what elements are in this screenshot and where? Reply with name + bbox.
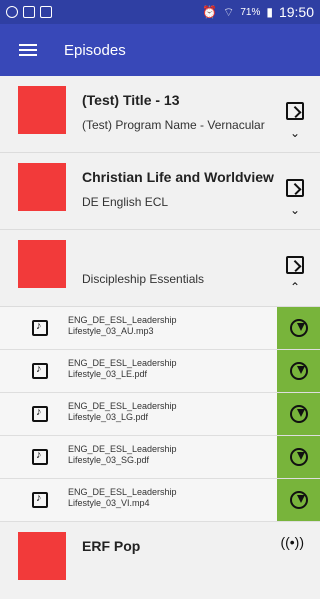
skype-icon xyxy=(6,6,18,18)
chevron-down-icon[interactable]: ⌄ xyxy=(290,126,300,140)
file-name-line-1: ENG_DE_ESL_Leadership xyxy=(68,401,177,411)
download-button[interactable] xyxy=(277,350,320,392)
download-button[interactable] xyxy=(277,479,320,521)
file-name: ENG_DE_ESL_Leadership Lifestyle_03_LG.pd… xyxy=(68,401,258,423)
file-name: ENG_DE_ESL_Leadership Lifestyle_03_AU.mp… xyxy=(68,315,258,337)
page-title: Episodes xyxy=(64,41,126,59)
wifi-icon: ⌔ xyxy=(223,4,235,19)
status-bar: ⏰ ⌔ 71% ▮ 19:50 xyxy=(0,0,320,24)
episode-title: ERF Pop xyxy=(82,538,141,554)
file-row[interactable]: ENG_DE_ESL_Leadership Lifestyle_03_AU.mp… xyxy=(0,307,320,350)
file-name-line-1: ENG_DE_ESL_Leadership xyxy=(68,315,177,325)
menu-button[interactable] xyxy=(0,24,56,76)
file-row[interactable]: ENG_DE_ESL_Leadership Lifestyle_03_VI.mp… xyxy=(0,479,320,522)
file-name-line-2: Lifestyle_03_AU.mp3 xyxy=(68,326,154,336)
episode-card[interactable]: (Test) Title - 13 (Test) Program Name - … xyxy=(0,76,320,153)
alarm-icon: ⏰ xyxy=(202,5,218,19)
file-row[interactable]: ENG_DE_ESL_Leadership Lifestyle_03_SG.pd… xyxy=(0,436,320,479)
hamburger-icon xyxy=(19,44,37,56)
file-row[interactable]: ENG_DE_ESL_Leadership Lifestyle_03_LE.pd… xyxy=(0,350,320,393)
download-button[interactable] xyxy=(277,307,320,349)
episode-card[interactable]: ERF Pop ((•)) xyxy=(0,522,320,599)
open-icon[interactable] xyxy=(286,179,304,197)
episode-card[interactable]: Discipleship Essentials ⌃ xyxy=(0,230,320,307)
chevron-down-icon[interactable]: ⌄ xyxy=(290,203,300,217)
episode-thumbnail xyxy=(18,163,66,211)
episode-subtitle: (Test) Program Name - Vernacular xyxy=(82,118,265,132)
download-icon xyxy=(289,448,308,466)
file-name: ENG_DE_ESL_Leadership Lifestyle_03_LE.pd… xyxy=(68,358,258,380)
music-file-icon xyxy=(32,406,48,422)
file-name-line-1: ENG_DE_ESL_Leadership xyxy=(68,487,177,497)
episode-title: (Test) Title - 13 xyxy=(82,92,180,108)
episode-list: (Test) Title - 13 (Test) Program Name - … xyxy=(0,76,320,599)
download-icon xyxy=(289,319,308,337)
open-icon[interactable] xyxy=(286,256,304,274)
music-file-icon xyxy=(32,363,48,379)
download-icon xyxy=(289,362,308,380)
file-name-line-2: Lifestyle_03_LE.pdf xyxy=(68,369,148,379)
file-name-line-2: Lifestyle_03_LG.pdf xyxy=(68,412,149,422)
music-file-icon xyxy=(32,320,48,336)
app-bar: Episodes xyxy=(0,24,320,76)
download-icon xyxy=(289,491,308,509)
episode-subtitle: DE English ECL xyxy=(82,195,169,209)
file-name: ENG_DE_ESL_Leadership Lifestyle_03_SG.pd… xyxy=(68,444,258,466)
gallery-icon xyxy=(40,6,52,18)
chevron-up-icon[interactable]: ⌃ xyxy=(290,280,300,294)
download-button[interactable] xyxy=(277,436,320,478)
radio-icon[interactable]: ((•)) xyxy=(280,534,304,550)
file-name-line-1: ENG_DE_ESL_Leadership xyxy=(68,444,177,454)
file-name-line-1: ENG_DE_ESL_Leadership xyxy=(68,358,177,368)
photo-icon xyxy=(23,6,35,18)
episode-thumbnail xyxy=(18,86,66,134)
episode-subtitle: Discipleship Essentials xyxy=(82,272,205,286)
download-icon xyxy=(289,405,308,423)
file-row[interactable]: ENG_DE_ESL_Leadership Lifestyle_03_LG.pd… xyxy=(0,393,320,436)
episode-card[interactable]: Christian Life and Worldview DE English … xyxy=(0,153,320,230)
episode-thumbnail xyxy=(18,532,66,580)
battery-percent: 71% xyxy=(240,6,261,18)
episode-thumbnail xyxy=(18,240,66,288)
status-system-info: ⏰ ⌔ 71% ▮ 19:50 xyxy=(202,4,314,20)
file-name-line-2: Lifestyle_03_SG.pdf xyxy=(68,455,150,465)
download-button[interactable] xyxy=(277,393,320,435)
music-file-icon xyxy=(32,492,48,508)
status-notification-icons xyxy=(6,6,52,18)
file-name: ENG_DE_ESL_Leadership Lifestyle_03_VI.mp… xyxy=(68,487,258,509)
episode-title: Christian Life and Worldview xyxy=(82,169,274,185)
file-name-line-2: Lifestyle_03_VI.mp4 xyxy=(68,498,150,508)
status-time: 19:50 xyxy=(278,4,314,20)
music-file-icon xyxy=(32,449,48,465)
open-icon[interactable] xyxy=(286,102,304,120)
battery-icon: ▮ xyxy=(266,5,273,19)
